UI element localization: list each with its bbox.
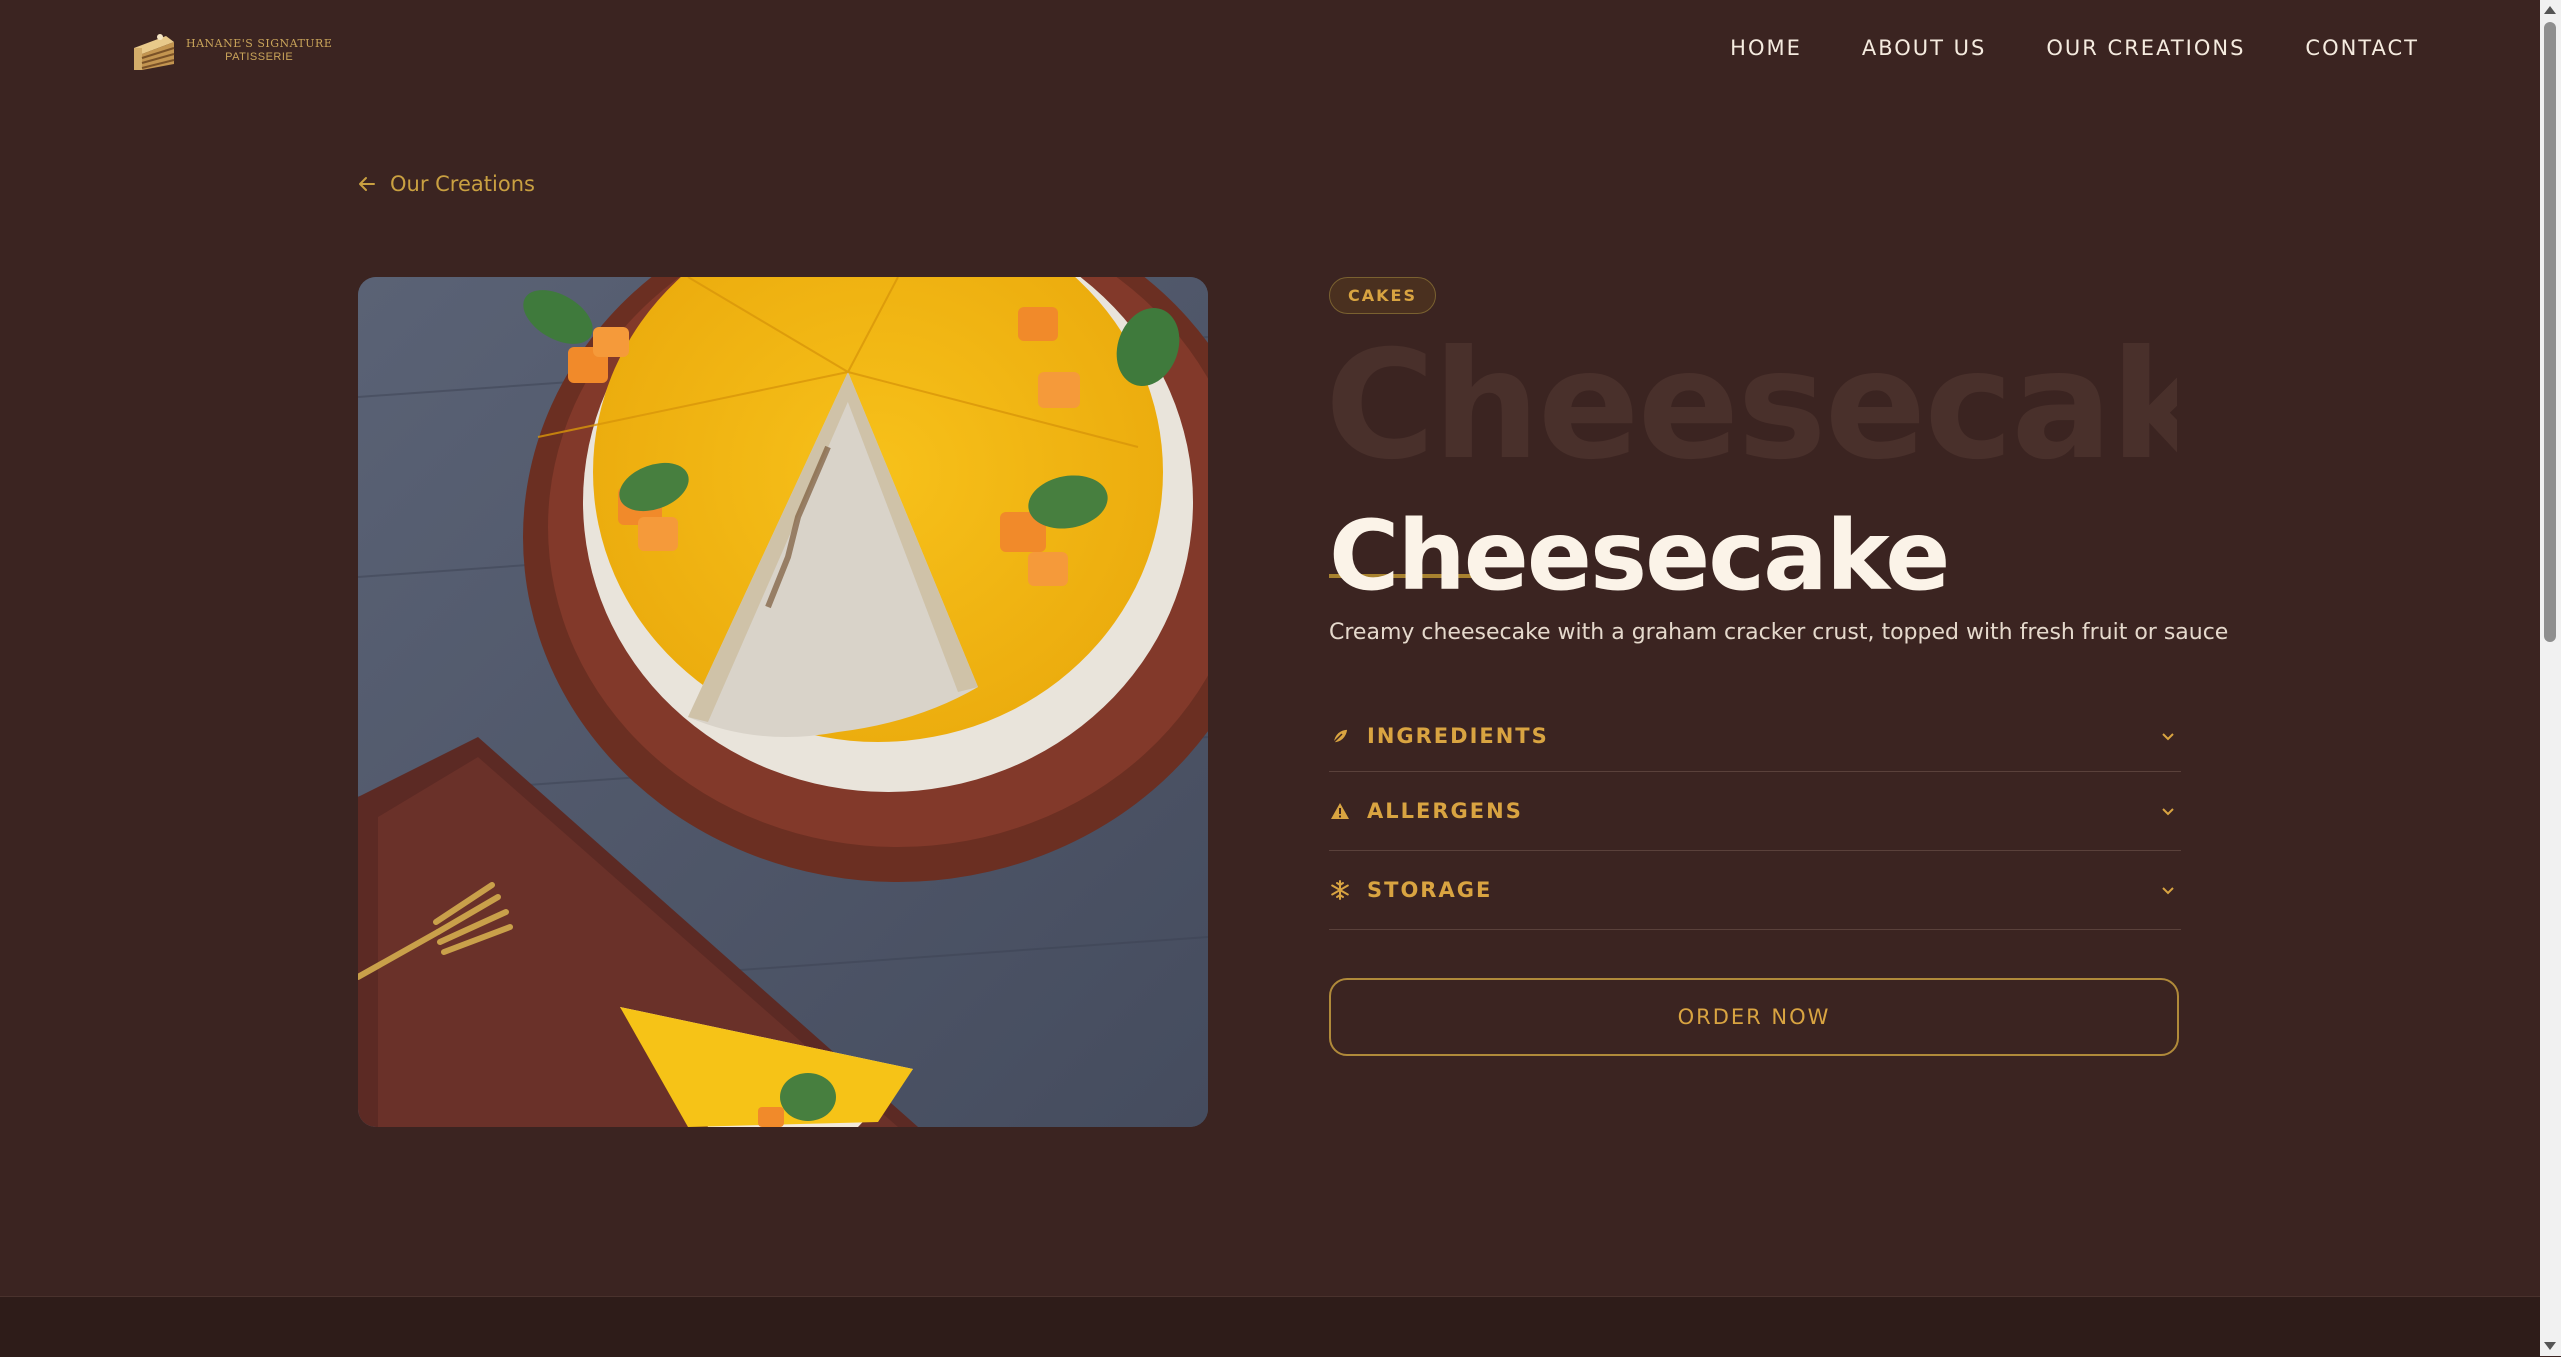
accordion-allergens-label: ALLERGENS [1367, 798, 1523, 823]
scrollbar-thumb[interactable] [2544, 22, 2556, 642]
back-to-creations-link[interactable]: Our Creations [358, 172, 535, 196]
order-now-button[interactable]: ORDER NOW [1329, 977, 2179, 1056]
scroll-up-arrow-icon[interactable] [2544, 6, 2556, 14]
accordion-ingredients[interactable]: INGREDIENTS [1329, 701, 2181, 772]
back-link-label: Our Creations [390, 172, 535, 196]
title-block: Cheesecake Cheesecake [1325, 324, 2181, 604]
nav-our-creations[interactable]: OUR CREATIONS [2046, 36, 2245, 60]
accordion-ingredients-label: INGREDIENTS [1367, 723, 1549, 748]
details-accordion: INGREDIENTS ALLERGENS STORAGE [1329, 701, 2181, 930]
warning-icon [1329, 800, 1351, 822]
footer-edge [0, 1296, 2540, 1357]
title-ghost-text: Cheesecake [1325, 324, 2177, 489]
brand-name: HANANE'S SIGNATURE PATISSERIE [186, 37, 332, 65]
product-title: Cheesecake [1329, 500, 1950, 613]
leaf-icon [1329, 725, 1351, 747]
chevron-down-icon [2162, 808, 2174, 816]
chevron-down-icon [2162, 733, 2174, 741]
accordion-storage[interactable]: STORAGE [1329, 851, 2181, 930]
product-details: CAKES Cheesecake Cheesecake Creamy chees… [1325, 277, 2229, 1056]
product-image [358, 277, 1208, 1127]
arrow-left-icon [359, 177, 375, 191]
accordion-storage-label: STORAGE [1367, 877, 1493, 902]
brand-name-line1: HANANE'S SIGNATURE [186, 37, 333, 51]
chevron-down-icon [2162, 887, 2174, 895]
brand-name-line2: PATISSERIE [225, 51, 294, 63]
accordion-allergens[interactable]: ALLERGENS [1329, 772, 2181, 851]
nav-home[interactable]: HOME [1730, 36, 1802, 60]
nav-contact[interactable]: CONTACT [2305, 36, 2419, 60]
page-scrollbar[interactable] [2540, 0, 2561, 1356]
category-badge: CAKES [1329, 277, 1436, 314]
brand-logo[interactable]: HANANE'S SIGNATURE PATISSERIE [130, 28, 332, 74]
scroll-down-arrow-icon[interactable] [2544, 1342, 2556, 1350]
cake-logo-icon [134, 34, 175, 70]
product-description: Creamy cheesecake with a graham cracker … [1329, 620, 2229, 645]
cheesecake-illustration [358, 277, 1208, 1127]
main-nav: HOME ABOUT US OUR CREATIONS CONTACT [1730, 36, 2419, 60]
nav-about-us[interactable]: ABOUT US [1862, 36, 1987, 60]
snowflake-icon [1329, 879, 1351, 901]
